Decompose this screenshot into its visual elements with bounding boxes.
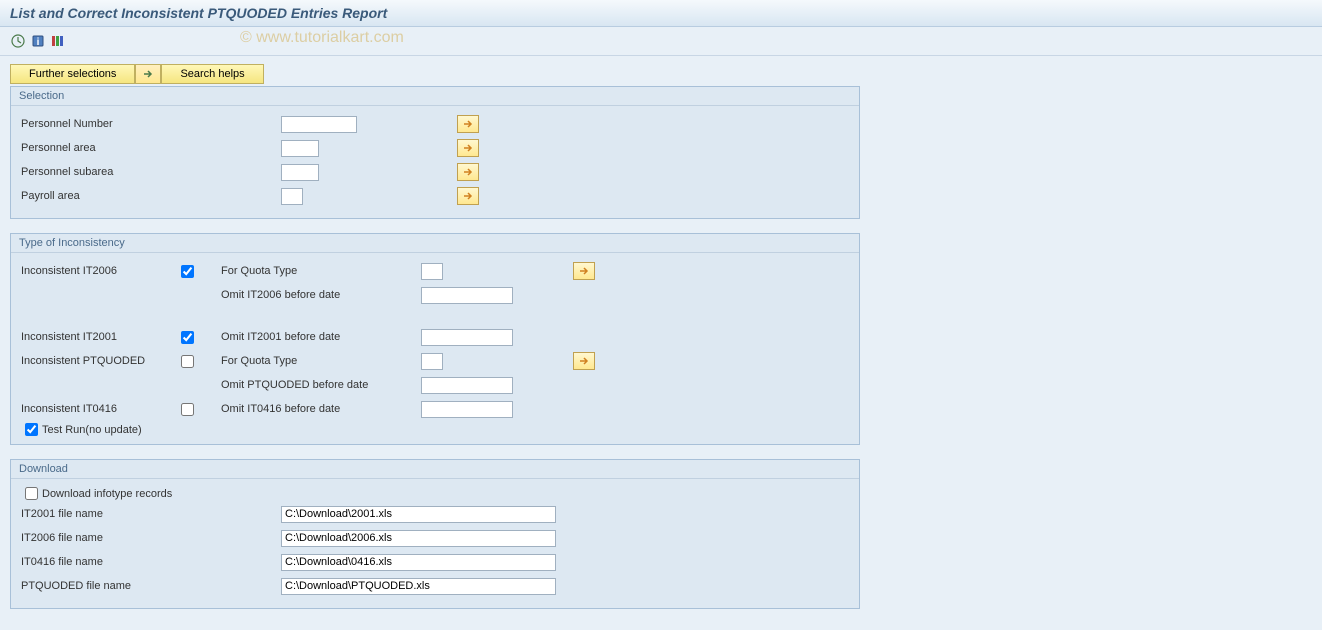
- omit-ptquoded-input[interactable]: [421, 377, 513, 394]
- toolbar: i © www.tutorialkart.com: [0, 27, 1322, 56]
- quota-type-multi-button-2[interactable]: [573, 352, 595, 370]
- test-run-label: Test Run(no update): [42, 424, 142, 436]
- ptquoded-label: Inconsistent PTQUODED: [21, 355, 181, 367]
- download-records-checkbox[interactable]: [25, 487, 38, 500]
- download-records-label: Download infotype records: [42, 488, 172, 500]
- omit-it0416-label: Omit IT0416 before date: [221, 403, 381, 415]
- omit-it0416-input[interactable]: [421, 401, 513, 418]
- inconsistency-group: Type of Inconsistency Inconsistent IT200…: [10, 233, 860, 445]
- personnel-number-input[interactable]: [281, 116, 357, 133]
- personnel-number-label: Personnel Number: [21, 118, 181, 130]
- it0416-file-input[interactable]: [281, 554, 556, 571]
- it2001-label: Inconsistent IT2001: [21, 331, 181, 343]
- it2006-label: Inconsistent IT2006: [21, 265, 181, 277]
- further-selections-button[interactable]: Further selections: [10, 64, 135, 84]
- color-bars-icon[interactable]: [50, 33, 66, 49]
- it0416-label: Inconsistent IT0416: [21, 403, 181, 415]
- info-icon[interactable]: i: [30, 33, 46, 49]
- execute-icon[interactable]: [10, 33, 26, 49]
- personnel-subarea-multi-button[interactable]: [457, 163, 479, 181]
- it2006-checkbox[interactable]: [181, 265, 194, 278]
- personnel-area-multi-button[interactable]: [457, 139, 479, 157]
- it2006-file-input[interactable]: [281, 530, 556, 547]
- test-run-checkbox[interactable]: [25, 423, 38, 436]
- ptquoded-file-input[interactable]: [281, 578, 556, 595]
- arrow-right-button[interactable]: [135, 64, 161, 84]
- it0416-file-label: IT0416 file name: [21, 556, 181, 568]
- ptquoded-checkbox[interactable]: [181, 355, 194, 368]
- it0416-checkbox[interactable]: [181, 403, 194, 416]
- selection-group-title: Selection: [11, 87, 859, 106]
- page-title: List and Correct Inconsistent PTQUODED E…: [0, 0, 1322, 27]
- omit-it2001-label: Omit IT2001 before date: [221, 331, 381, 343]
- for-quota-type-label-1: For Quota Type: [221, 265, 381, 277]
- inconsistency-group-title: Type of Inconsistency: [11, 234, 859, 253]
- it2001-checkbox[interactable]: [181, 331, 194, 344]
- it2001-file-label: IT2001 file name: [21, 508, 181, 520]
- payroll-area-label: Payroll area: [21, 190, 181, 202]
- quota-type-input-2[interactable]: [421, 353, 443, 370]
- selection-group: Selection Personnel Number Personnel are…: [10, 86, 860, 219]
- watermark: © www.tutorialkart.com: [240, 29, 404, 47]
- omit-it2006-label: Omit IT2006 before date: [221, 289, 381, 301]
- search-helps-button[interactable]: Search helps: [161, 64, 263, 84]
- svg-text:i: i: [37, 37, 40, 48]
- personnel-subarea-label: Personnel subarea: [21, 166, 181, 178]
- personnel-number-multi-button[interactable]: [457, 115, 479, 133]
- payroll-area-input[interactable]: [281, 188, 303, 205]
- personnel-area-label: Personnel area: [21, 142, 181, 154]
- download-group: Download Download infotype records IT200…: [10, 459, 860, 609]
- quota-type-input-1[interactable]: [421, 263, 443, 280]
- omit-ptquoded-label: Omit PTQUODED before date: [221, 379, 381, 391]
- quota-type-multi-button-1[interactable]: [573, 262, 595, 280]
- ptquoded-file-label: PTQUODED file name: [21, 580, 181, 592]
- personnel-subarea-input[interactable]: [281, 164, 319, 181]
- omit-it2001-input[interactable]: [421, 329, 513, 346]
- download-group-title: Download: [11, 460, 859, 479]
- personnel-area-input[interactable]: [281, 140, 319, 157]
- omit-it2006-input[interactable]: [421, 287, 513, 304]
- it2006-file-label: IT2006 file name: [21, 532, 181, 544]
- it2001-file-input[interactable]: [281, 506, 556, 523]
- for-quota-type-label-2: For Quota Type: [221, 355, 381, 367]
- payroll-area-multi-button[interactable]: [457, 187, 479, 205]
